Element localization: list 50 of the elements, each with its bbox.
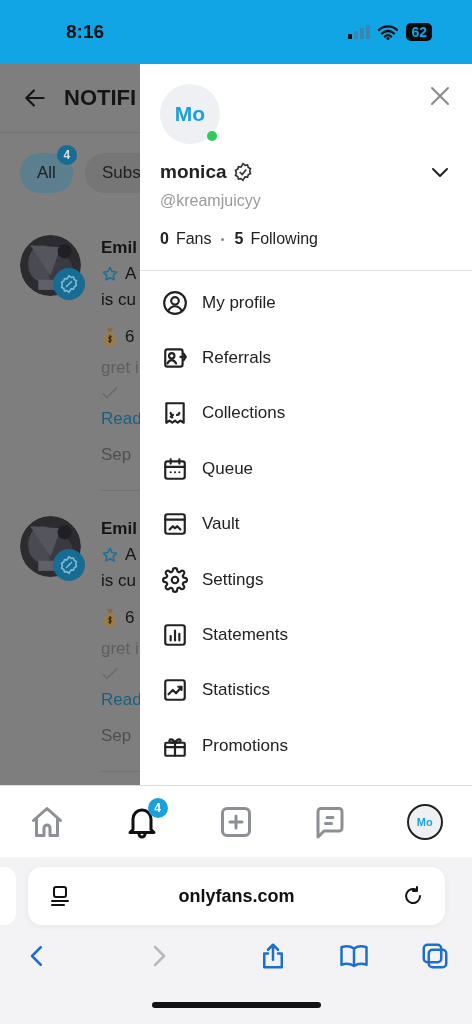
menu-item[interactable]: Statements <box>202 625 288 646</box>
menu-item[interactable]: Vault <box>202 514 240 535</box>
battery-level: 62 <box>406 23 432 41</box>
star-icon <box>101 265 119 283</box>
calendar-icon <box>162 455 188 482</box>
menu-item[interactable]: Referrals <box>202 348 271 369</box>
notification-text: A <box>125 544 137 566</box>
star-icon <box>101 546 119 564</box>
filter-chip[interactable]: Subs <box>84 153 140 193</box>
menu-item[interactable]: Settings <box>202 569 264 590</box>
amount-text: 6 <box>125 607 135 629</box>
display-name: monica <box>160 161 227 183</box>
sender-name: Emil <box>101 518 138 540</box>
close-button[interactable] <box>428 84 452 108</box>
menu-item[interactable]: Queue <box>202 458 254 479</box>
wifi-icon <box>378 24 399 40</box>
bookmark-stars-icon <box>162 400 188 427</box>
close-icon <box>428 84 452 108</box>
menu-item[interactable]: My profile <box>202 292 276 313</box>
money-bag-icon <box>101 608 119 628</box>
following-label: Following <box>250 230 318 248</box>
following-count: 5 <box>234 230 244 248</box>
profile-icon <box>162 289 188 316</box>
notification-text: is cu <box>101 289 137 311</box>
notification-text: is cu <box>101 570 137 592</box>
amount-text: 6 <box>125 326 135 348</box>
image-icon <box>162 511 188 538</box>
sender-name: Emil <box>101 237 138 259</box>
menu-item[interactable]: Collections <box>202 403 286 424</box>
tabs-icon <box>420 941 450 971</box>
fans-label: Fans <box>175 230 212 248</box>
trend-chart-icon <box>162 677 188 704</box>
signal-icon <box>348 25 371 39</box>
address-bar[interactable]: onlyfans.com <box>28 867 445 925</box>
money-bag-icon <box>101 327 119 347</box>
fans-count: 0 <box>160 230 169 248</box>
page-menu-icon <box>48 884 72 908</box>
notification-badge: 4 <box>147 797 168 818</box>
status-time: 8:16 <box>66 21 105 43</box>
bar-chart-icon <box>162 622 188 649</box>
menu-item[interactable]: Statistics <box>202 680 271 701</box>
url-text: onlyfans.com <box>178 885 295 907</box>
username: @kreamjuicyy <box>160 192 262 210</box>
discount-badge-icon <box>59 555 79 575</box>
count-badge: 4 <box>56 145 77 165</box>
notification-text: A <box>125 263 137 285</box>
discount-badge-icon <box>59 274 79 294</box>
page-title: NOTIFI <box>64 85 137 111</box>
settings-icon <box>162 566 188 593</box>
menu-item[interactable]: Promotions <box>202 735 288 756</box>
